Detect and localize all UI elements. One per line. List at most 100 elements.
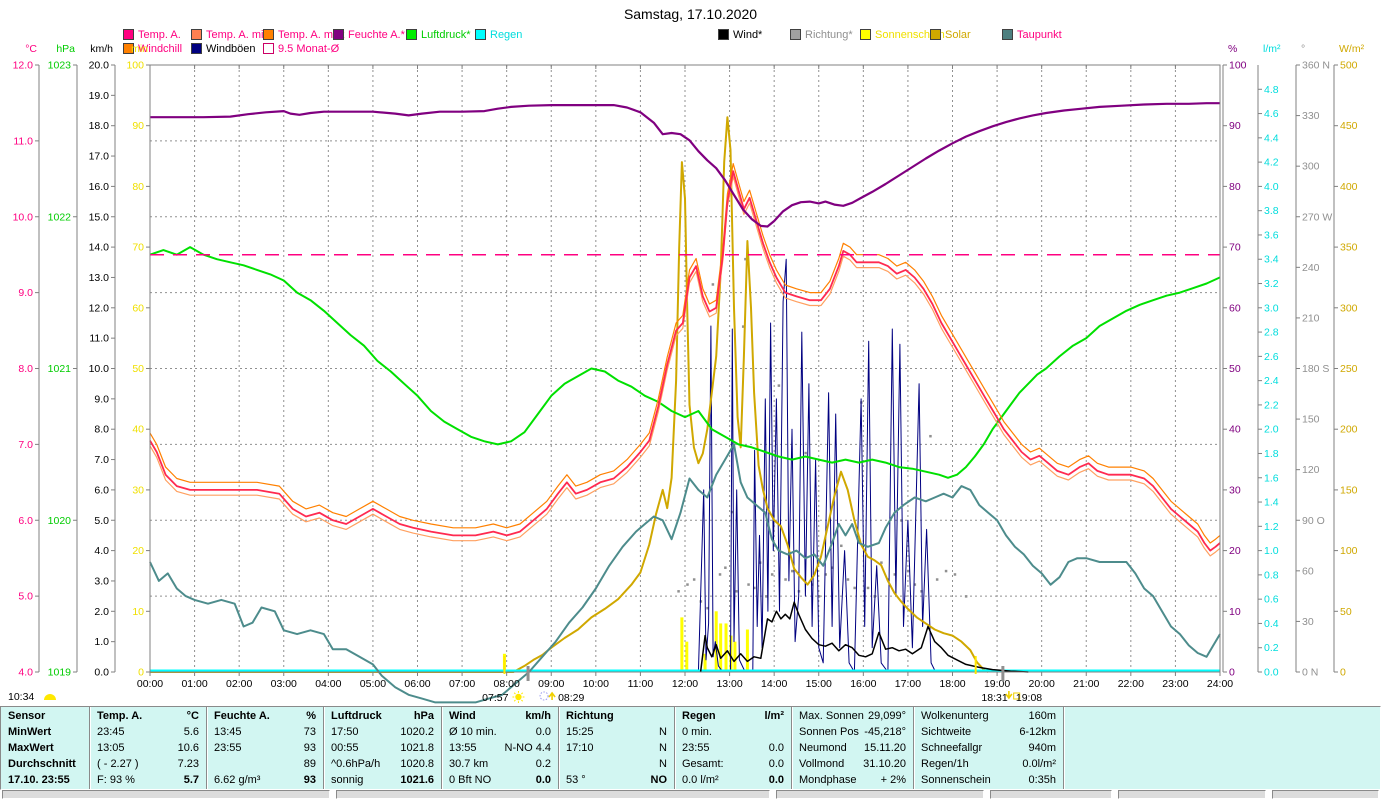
axis-tick-label-kmh: 0.0 — [94, 667, 109, 679]
table-cell: 17.10. 23:55 — [8, 774, 70, 786]
axis-tick-label-lm2: 1.4 — [1264, 497, 1279, 509]
table-column: Richtung 15:25 N 17:10 N N 53 ° NO — [558, 707, 674, 789]
table-row: ^0.6hPa/h 1020.8 — [324, 756, 441, 772]
table-cell: 10.6 — [177, 742, 199, 754]
table-cell: 13:05 — [97, 742, 125, 754]
table-row: 17:50 1020.2 — [324, 724, 441, 740]
axis-tick-label-lm2: 4.6 — [1264, 108, 1279, 120]
sun-low-time-label: 18:31 — [981, 692, 1007, 704]
table-row: 0 Bft NO 0.0 — [442, 772, 558, 788]
table-cell: Sonnenschein — [921, 774, 991, 786]
axis-tick-label-wm2: 450 — [1340, 120, 1358, 132]
x-tick-label: 20:00 — [1029, 678, 1055, 690]
table-row: 17.10. 23:55 — [1, 772, 89, 788]
status-bar-segment — [1272, 790, 1379, 799]
axis-tick-label-min: 80 — [132, 181, 144, 193]
table-cell: 17:50 — [331, 726, 359, 738]
table-cell: Wind — [449, 710, 476, 722]
series-richtung-dot — [770, 573, 774, 576]
table-cell: Vollmond — [799, 758, 845, 770]
axis-tick-label-wm2: 100 — [1340, 545, 1358, 557]
axis-tick-label-lm2: 4.4 — [1264, 132, 1279, 144]
table-row: MinWert — [1, 724, 89, 740]
table-cell: 6.62 g/m³ — [214, 774, 261, 786]
table-row: Gesamt: 0.0 — [675, 756, 791, 772]
table-row: Sonnenschein 0:35h — [914, 772, 1063, 788]
table-cell: 0.0 l/m² — [682, 774, 719, 786]
x-tick-label: 14:00 — [761, 678, 787, 690]
axis-tick-label-kmh: 4.0 — [94, 545, 109, 557]
table-row: 13:55 N-NO 4.4 — [442, 740, 558, 756]
axis-tick-label-lm2: 3.0 — [1264, 302, 1279, 314]
axis-unit-hPa: hPa — [56, 43, 75, 55]
axis-tick-label-lm2: 0.0 — [1264, 667, 1279, 679]
axis-tick-label-pct: 60 — [1229, 302, 1241, 314]
axis-tick-label-pct: 100 — [1229, 60, 1247, 72]
axis-tick-label-lm2: 0.4 — [1264, 618, 1279, 630]
table-row: 00:55 1021.8 — [324, 740, 441, 756]
x-tick-label: 23:00 — [1162, 678, 1188, 690]
table-cell: F: 93 % — [97, 774, 135, 786]
table-row: 6.62 g/m³ 93 — [207, 772, 323, 788]
axis-tick-label-hPa: 1022 — [48, 211, 72, 223]
status-bar-segment — [1118, 790, 1266, 799]
table-row: Ø 10 min. 0.0 — [442, 724, 558, 740]
table-column: Max. Sonnen 29,099° Sonnen Pos -45,218° Neum… — [791, 707, 913, 789]
axis-tick-label-hPa: 1021 — [48, 363, 72, 375]
table-cell: Wolkenunterg — [921, 710, 989, 722]
x-tick-label: 06:00 — [404, 678, 430, 690]
axis-tick-label-kmh: 17.0 — [89, 151, 110, 163]
table-cell: 0:35h — [1028, 774, 1056, 786]
table-row: Richtung — [559, 708, 674, 724]
table-cell: 0.0 — [535, 726, 551, 738]
series-richtung-dot — [784, 578, 787, 581]
table-cell: 23:55 — [682, 742, 710, 754]
axis-tick-label-min: 10 — [132, 606, 144, 618]
x-tick-label: 24:00 — [1207, 678, 1233, 690]
sunrise-icon — [539, 691, 556, 701]
axis-tick-label-deg: 180 S — [1302, 363, 1329, 375]
table-cell: ( - 2.27 ) — [97, 758, 139, 770]
series-sonnenschein-bar — [685, 641, 689, 672]
series-richtung-dot — [735, 590, 738, 593]
axis-tick-label-kmh: 2.0 — [94, 606, 109, 618]
table-cell: 30.7 km — [449, 758, 489, 770]
axis-tick-label-lm2: 2.6 — [1264, 351, 1279, 363]
status-bar-segment — [776, 790, 984, 799]
table-cell: Sichtweite — [921, 726, 972, 738]
table-cell: 0.2 — [535, 758, 551, 770]
table-row: MaxWert — [1, 740, 89, 756]
table-row: Max. Sonnen 29,099° — [792, 708, 913, 724]
axis-tick-label-min: 20 — [132, 545, 144, 557]
series-richtung-dot — [692, 578, 696, 581]
x-tick-label: 13:00 — [716, 678, 742, 690]
axis-tick-label-deg: 120 — [1302, 464, 1320, 476]
table-row: 17:10 N — [559, 740, 674, 756]
table-cell: sonnig — [331, 774, 364, 786]
table-row: Sichtweite 6-12km — [914, 724, 1063, 740]
axis-tick-label-min: 90 — [132, 120, 144, 132]
axis-tick-label-kmh: 9.0 — [94, 393, 109, 405]
x-tick-label: 04:00 — [315, 678, 341, 690]
axis-tick-label-pct: 0 — [1229, 667, 1235, 679]
table-row: Wind km/h — [442, 708, 558, 724]
x-tick-label: 18:00 — [939, 678, 965, 690]
axis-tick-label-deg: 30 — [1302, 616, 1314, 628]
x-tick-label: 03:00 — [271, 678, 297, 690]
table-cell: 940m — [1028, 742, 1056, 754]
table-cell: Regen — [682, 710, 716, 722]
axis-tick-label-lm2: 1.0 — [1264, 545, 1279, 557]
axis-tick-label-pct: 30 — [1229, 484, 1241, 496]
axis-tick-label-kmh: 11.0 — [89, 333, 109, 345]
table-cell: 00:55 — [331, 742, 359, 754]
series-richtung-dot — [711, 283, 715, 286]
table-cell: Luftdruck — [331, 710, 382, 722]
table-row: 0.0 l/m² 0.0 — [675, 772, 791, 788]
axis-tick-label-C: 12.0 — [13, 60, 34, 72]
table-row: Wolkenunterg 160m — [914, 708, 1063, 724]
series-sonnenschein-bar — [733, 641, 737, 672]
axis-tick-label-C: 11.0 — [13, 135, 33, 147]
table-cell: Gesamt: — [682, 758, 724, 770]
table-cell: 160m — [1028, 710, 1056, 722]
axis-tick-label-deg: 210 — [1302, 312, 1320, 324]
